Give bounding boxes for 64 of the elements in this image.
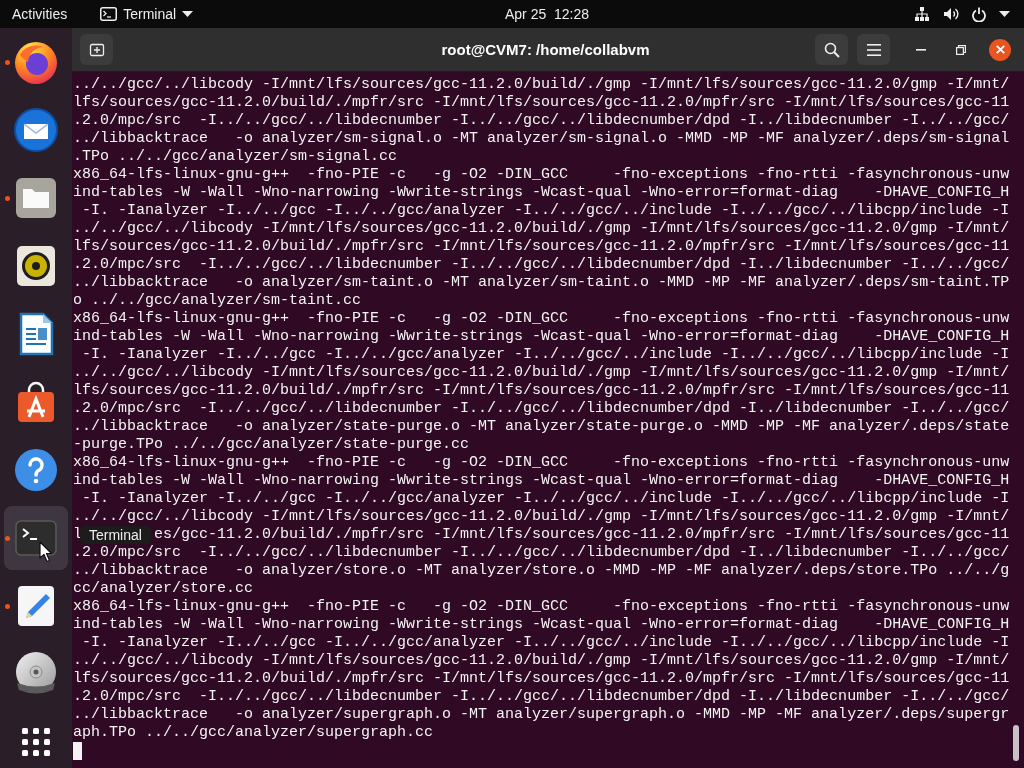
terminal-text: ind-tables -W -Wall -Wno-narrowing -Wwrite-strings -Wcast-qual -Wno-error=format-diag -DHAVE_CONFIG_H — [73, 184, 1010, 202]
scrollbar-thumb[interactable] — [1013, 725, 1019, 761]
network-icon[interactable] — [914, 6, 930, 22]
terminal-text: x86_64-lfs-linux-gnu-g++ -fno-PIE -c -g -O2 -DIN_GCC -fno-exceptions -fno-rtti -fasynchronous-unw — [73, 598, 1010, 616]
terminal-text: ind-tables -W -Wall -Wno-narrowing -Wwrite-strings -Wcast-qual -Wno-error=format-diag -DHAVE_CONFIG_H — [73, 328, 1010, 346]
mouse-pointer-icon — [39, 541, 53, 563]
tooltip: Terminal — [80, 526, 151, 544]
terminal-text: -I. -Ianalyzer -I../../gcc -I../../gcc/analyzer -I../../gcc/../include -I../../gcc/../libcpp/include -I — [81, 634, 1010, 652]
terminal-icon[interactable] — [100, 7, 118, 21]
clock[interactable]: Apr 25 12:28 — [505, 2, 590, 26]
terminal-text: es/gcc-11.2.0/build/./mpfr/src -I/mnt/lfs/sources/gcc-11.2.0/mpfr/src -I/mnt/lfs/sources/gcc-11 — [154, 526, 1010, 544]
envelope-icon[interactable] — [12, 106, 60, 154]
caret-down-icon[interactable] — [182, 11, 194, 17]
terminal-text: lfs/sources/gcc-11.2.0/build/./mpfr/src -I/mnt/lfs/sources/gcc-11.2.0/mpfr/src -I/mnt/lfs/sources/gcc-11 — [73, 382, 1010, 400]
terminal-text: ../libbacktrace -o analyzer/state-purge.o -MT analyzer/state-purge.o -MMD -MP -MF analyzer/.deps/state — [73, 418, 1010, 436]
terminal-text: ../../gcc/../libcody -I/mnt/lfs/sources/gcc-11.2.0/build/./gmp -I/mnt/lfs/sources/gcc-11.2.0/gmp -I/mnt/ — [73, 364, 1010, 382]
search-button[interactable] — [815, 34, 848, 65]
terminal-text: lfs/sources/gcc-11.2.0/build/./mpfr/src -I/mnt/lfs/sources/gcc-11.2.0/mpfr/src -I/mnt/lfs/sources/gcc-11 — [73, 238, 1010, 256]
terminal-text: x86_64-lfs-linux-gnu-g++ -fno-PIE -c -g -O2 -DIN_GCC -fno-exceptions -fno-rtti -fasynchronous-unw — [73, 310, 1010, 328]
terminal-text: x86_64-lfs-linux-gnu-g++ -fno-PIE -c -g -O2 -DIN_GCC -fno-exceptions -fno-rtti -fasynchronous-unw — [73, 166, 1010, 184]
terminal-text: ../libbacktrace -o analyzer/sm-taint.o -MT analyzer/sm-taint.o -MMD -MP -MF analyzer/.deps/sm-taint.TP — [73, 274, 1010, 292]
text-cursor-icon — [73, 742, 82, 760]
power-icon[interactable] — [972, 6, 986, 22]
terminal-text: ../../gcc/../libcody -I/mnt/lfs/sources/gcc-11.2.0/build/./gmp -I/mnt/lfs/sources/gcc-11.2.0/gmp -I/mnt/ — [73, 508, 1010, 526]
activities-button[interactable]: Activities — [12, 2, 68, 26]
terminal-text: .2.0/mpc/src -I../../gcc/../libdecnumber -I../../gcc/../libdecnumber/dpd -I../libdecnumber -I../../gcc/ — [73, 256, 1010, 274]
dock-item[interactable] — [4, 506, 68, 570]
terminal-text: ../../gcc/../libcody -I/mnt/lfs/sources/gcc-11.2.0/build/./gmp -I/mnt/lfs/sources/gcc-11.2.0/gmp -I/mnt/ — [73, 652, 1010, 670]
caret-down-icon[interactable] — [999, 11, 1010, 17]
terminal-text: x86_64-lfs-linux-gnu-g++ -fno-PIE -c -g -O2 -DIN_GCC -fno-exceptions -fno-rtti -fasynchronous-unw — [73, 454, 1010, 472]
terminal-text: cc/analyzer/store.cc — [73, 580, 254, 598]
terminal-text: o ../../gcc/analyzer/sm-taint.cc — [73, 292, 362, 310]
menu-icon[interactable] — [866, 43, 881, 56]
window-title: root@CVM7: /home/collabvm — [441, 41, 650, 58]
minimize-icon[interactable] — [916, 48, 926, 51]
terminal-text: ../libbacktrace -o analyzer/sm-signal.o -MT analyzer/sm-signal.o -MMD -MP -MF analyzer/.deps/sm-signal — [73, 130, 1010, 148]
maximize-icon[interactable] — [956, 44, 966, 55]
search-icon[interactable] — [823, 41, 840, 58]
help-icon[interactable] — [12, 446, 60, 494]
close-icon[interactable] — [995, 45, 1005, 54]
terminal-text: -I. -Ianalyzer -I../../gcc -I../../gcc/analyzer -I../../gcc/../include -I../../gcc/../libcpp/include -I — [81, 490, 1010, 508]
terminal-text: aph.TPo ../../gcc/analyzer/supergraph.cc — [73, 724, 434, 742]
terminal-text: ../libbacktrace -o analyzer/supergraph.o -MT analyzer/supergraph.o -MMD -MP -MF analyzer/.deps/supergr — [73, 706, 1010, 724]
close-button[interactable] — [989, 38, 1011, 61]
terminal-text: -I. -Ianalyzer -I../../gcc -I../../gcc/analyzer -I../../gcc/../include -I../../gcc/../libcpp/include -I — [81, 202, 1010, 220]
terminal-text: .2.0/mpc/src -I../../gcc/../libdecnumber -I../../gcc/../libdecnumber/dpd -I../libdecnumber -I../../gcc/ — [73, 400, 1010, 418]
terminal-text: .TPo ../../gcc/analyzer/sm-signal.cc — [73, 148, 398, 166]
new-tab-icon[interactable] — [88, 41, 105, 58]
terminal-text: ind-tables -W -Wall -Wno-narrowing -Wwrite-strings -Wcast-qual -Wno-error=format-diag -DHAVE_CONFIG_H — [73, 616, 1010, 634]
terminal-text: ../../gcc/../libcody -I/mnt/lfs/sources/gcc-11.2.0/build/./gmp -I/mnt/lfs/sources/gcc-11.2.0/gmp -I/mnt/ — [73, 76, 1010, 94]
new-tab-button[interactable] — [80, 34, 113, 65]
terminal-text: .2.0/mpc/src -I../../gcc/../libdecnumber -I../../gcc/../libdecnumber/dpd -I../libdecnumber -I../../gcc/ — [73, 544, 1010, 562]
terminal-text: lfs/sources/gcc-11.2.0/build/./mpfr/src -I/mnt/lfs/sources/gcc-11.2.0/mpfr/src -I/mnt/lfs/sources/gcc-11 — [73, 670, 1010, 688]
terminal-text: ind-tables -W -Wall -Wno-narrowing -Wwrite-strings -Wcast-qual -Wno-error=format-diag -DHAVE_CONFIG_H — [73, 472, 1010, 490]
terminal-text: ../../gcc/../libcody -I/mnt/lfs/sources/gcc-11.2.0/build/./gmp -I/mnt/lfs/sources/gcc-11.2.0/gmp -I/mnt/ — [73, 220, 1010, 238]
terminal-text: -purge.TPo ../../gcc/analyzer/state-purge.cc — [73, 436, 470, 454]
volume-icon[interactable] — [943, 6, 959, 22]
terminal-text: .2.0/mpc/src -I../../gcc/../libdecnumber -I../../gcc/../libdecnumber/dpd -I../libdecnumber -I../../gcc/ — [73, 112, 1010, 130]
terminal-text: ../libbacktrace -o analyzer/store.o -MT analyzer/store.o -MMD -MP -MF analyzer/.deps/store.TPo ../../g — [73, 562, 1010, 580]
terminal-text: lfs/sources/gcc-11.2.0/build/./mpfr/src -I/mnt/lfs/sources/gcc-11.2.0/mpfr/src -I/mnt/lfs/sources/gcc-11 — [73, 94, 1010, 112]
terminal-text: -I. -Ianalyzer -I../../gcc -I../../gcc/analyzer -I../../gcc/../include -I../../gcc/../libcpp/include -I — [81, 346, 1010, 364]
terminal-text: .2.0/mpc/src -I../../gcc/../libdecnumber -I../../gcc/../libdecnumber/dpd -I../libdecnumber -I../../gcc/ — [73, 688, 1010, 706]
app-menu[interactable]: Terminal — [100, 2, 194, 26]
menu-button[interactable] — [857, 34, 890, 65]
